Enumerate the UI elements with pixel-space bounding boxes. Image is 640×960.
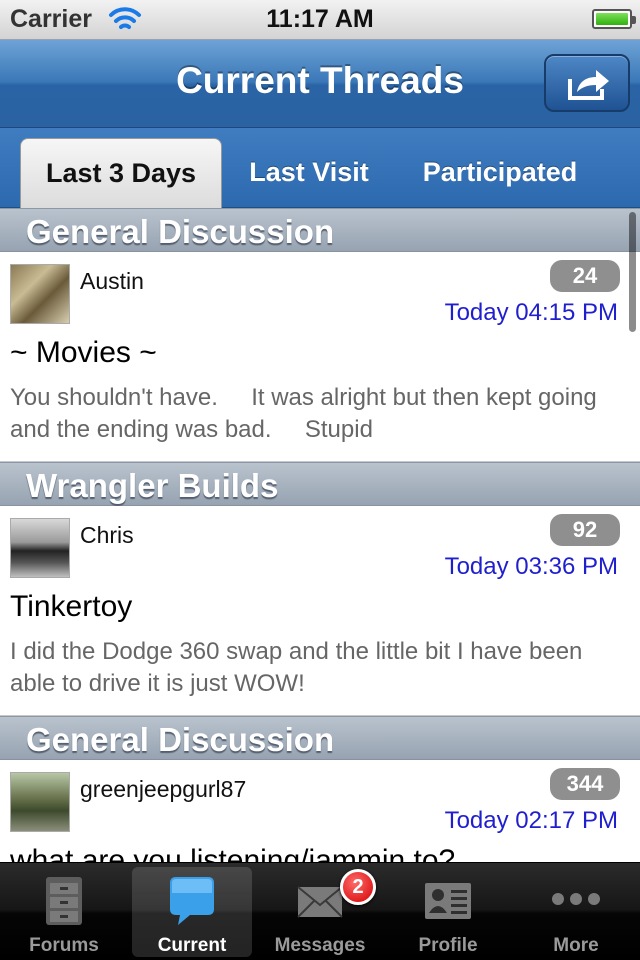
thread-row[interactable]: Austin 24 Today 04:15 PM ~ Movies ~ You …: [0, 252, 640, 462]
tab-forums[interactable]: Forums: [4, 867, 124, 957]
thread-timestamp: Today 04:15 PM: [444, 299, 618, 326]
status-time: 11:17 AM: [266, 5, 374, 33]
avatar: [10, 264, 70, 324]
status-bar: Carrier 11:17 AM: [0, 0, 640, 40]
share-button[interactable]: [544, 54, 630, 112]
thread-author: Chris: [80, 522, 134, 548]
unread-badge: 2: [340, 869, 376, 905]
reply-count-badge: 344: [550, 768, 620, 800]
thread-timestamp: Today 02:17 PM: [444, 807, 618, 834]
tab-messages[interactable]: 2 Messages: [260, 867, 380, 957]
section-title: General Discussion: [26, 213, 335, 250]
section-title: General Discussion: [26, 721, 335, 758]
tab-label: Profile: [418, 935, 478, 956]
share-arrow-icon: [568, 70, 609, 100]
tab-label: More: [553, 935, 599, 956]
tab-profile[interactable]: Profile: [388, 867, 508, 957]
scroll-indicator[interactable]: [629, 212, 636, 332]
segmented-control: Last 3 Days Last Visit Participated: [0, 128, 640, 208]
thread-timestamp: Today 03:36 PM: [444, 553, 618, 580]
more-dots-icon: [552, 893, 600, 905]
tab-label: Messages: [274, 935, 366, 956]
tab-last-visit[interactable]: Last Visit: [226, 138, 392, 208]
reply-count-badge: 24: [550, 260, 620, 292]
thread-row[interactable]: Chris 92 Today 03:36 PM Tinkertoy I did …: [0, 506, 640, 716]
thread-row[interactable]: greenjeepgurl87 344 Today 02:17 PM what …: [0, 760, 640, 862]
tab-label: Current: [157, 935, 227, 956]
tab-current[interactable]: Current: [132, 867, 252, 957]
profile-card-icon: [425, 883, 471, 919]
section-header: General Discussion: [0, 208, 640, 252]
avatar: [10, 518, 70, 578]
thread-preview: You shouldn't have. It was alright but t…: [10, 384, 604, 443]
tab-label: Forums: [29, 935, 99, 956]
reply-count-badge: 92: [550, 514, 620, 546]
thread-list[interactable]: General Discussion Austin 24 Today 04:15…: [0, 208, 640, 862]
thread-title: ~ Movies ~: [10, 336, 157, 369]
battery-icon: [592, 9, 636, 29]
navigation-bar: Current Threads: [0, 40, 640, 128]
tab-bar: Forums Current 2 Messages Profile More: [0, 862, 640, 960]
section-title: Wrangler Builds: [26, 467, 279, 504]
envelope-icon: [297, 886, 343, 918]
thread-title: Tinkertoy: [10, 590, 133, 623]
section-header: General Discussion: [0, 716, 640, 760]
thread-author: Austin: [80, 268, 144, 294]
thread-author: greenjeepgurl87: [80, 776, 247, 802]
tab-last-3-days[interactable]: Last 3 Days: [20, 138, 222, 208]
avatar: [10, 772, 70, 832]
speech-bubble-icon: [170, 877, 214, 925]
tab-more[interactable]: More: [516, 867, 636, 957]
thread-title: what are you listening/jammin to?: [10, 844, 456, 862]
thread-preview: I did the Dodge 360 swap and the little …: [10, 638, 590, 697]
tab-participated[interactable]: Participated: [400, 138, 600, 208]
section-header: Wrangler Builds: [0, 462, 640, 506]
cabinet-icon: [46, 877, 82, 925]
